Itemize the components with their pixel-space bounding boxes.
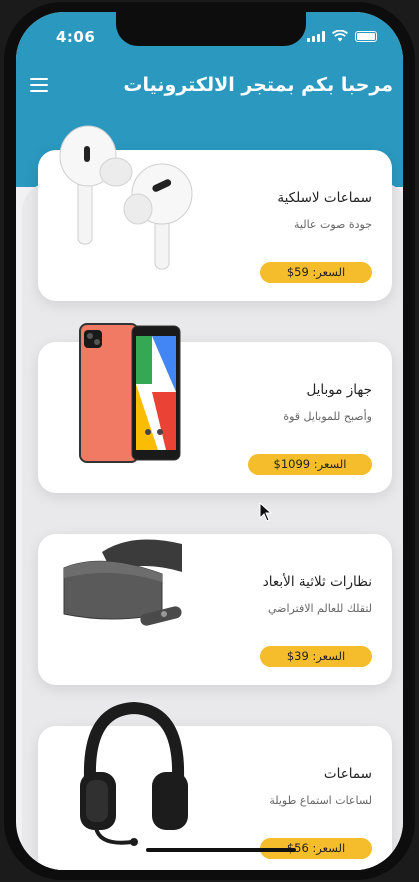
device-notch (116, 12, 306, 46)
cellular-signal-icon (307, 30, 325, 42)
vr-headset-image (63, 539, 182, 626)
mouse-cursor-icon (259, 502, 273, 522)
product-subtitle: لتقلك للعالم الافتراضي (267, 602, 372, 615)
product-name: نظارات ثلاثية الأبعاد (262, 574, 372, 590)
phone-image (79, 323, 181, 463)
battery-icon (355, 30, 377, 42)
phone-frame: 4:06 مرحبا بكم بمتجر الالكترونيات سماعات… (4, 2, 415, 880)
product-card[interactable]: نظارات ثلاثية الأبعاد لتقلك للعالم الافت… (38, 534, 392, 685)
price-badge: السعر: 1099$ (248, 454, 372, 475)
wifi-icon (332, 30, 348, 42)
price-badge: السعر: 39$ (260, 646, 372, 667)
home-indicator[interactable] (146, 848, 296, 852)
price-badge: السعر: 59$ (260, 262, 372, 283)
product-name: جهاز موبايل (306, 382, 372, 398)
app-screen: 4:06 مرحبا بكم بمتجر الالكترونيات سماعات… (16, 12, 403, 870)
product-subtitle: لساعات استماع طويلة (269, 794, 372, 807)
status-icons (307, 30, 377, 42)
airpods-image (59, 125, 193, 270)
product-subtitle: جودة صوت عالية (294, 218, 372, 231)
menu-icon[interactable] (30, 78, 48, 92)
product-name: سماعات لاسلكية (277, 190, 372, 206)
status-time: 4:06 (56, 28, 96, 46)
page-title: مرحبا بكم بمتجر الالكترونيات (123, 74, 393, 96)
headphones-image (80, 701, 188, 846)
product-name: سماعات (323, 766, 372, 782)
product-card[interactable]: جهاز موبايل وأصبح للموبايل قوة السعر: 10… (38, 323, 392, 493)
product-card[interactable]: سماعات لاسلكية جودة صوت عالية السعر: 59$ (38, 125, 392, 301)
product-subtitle: وأصبح للموبايل قوة (283, 410, 372, 423)
